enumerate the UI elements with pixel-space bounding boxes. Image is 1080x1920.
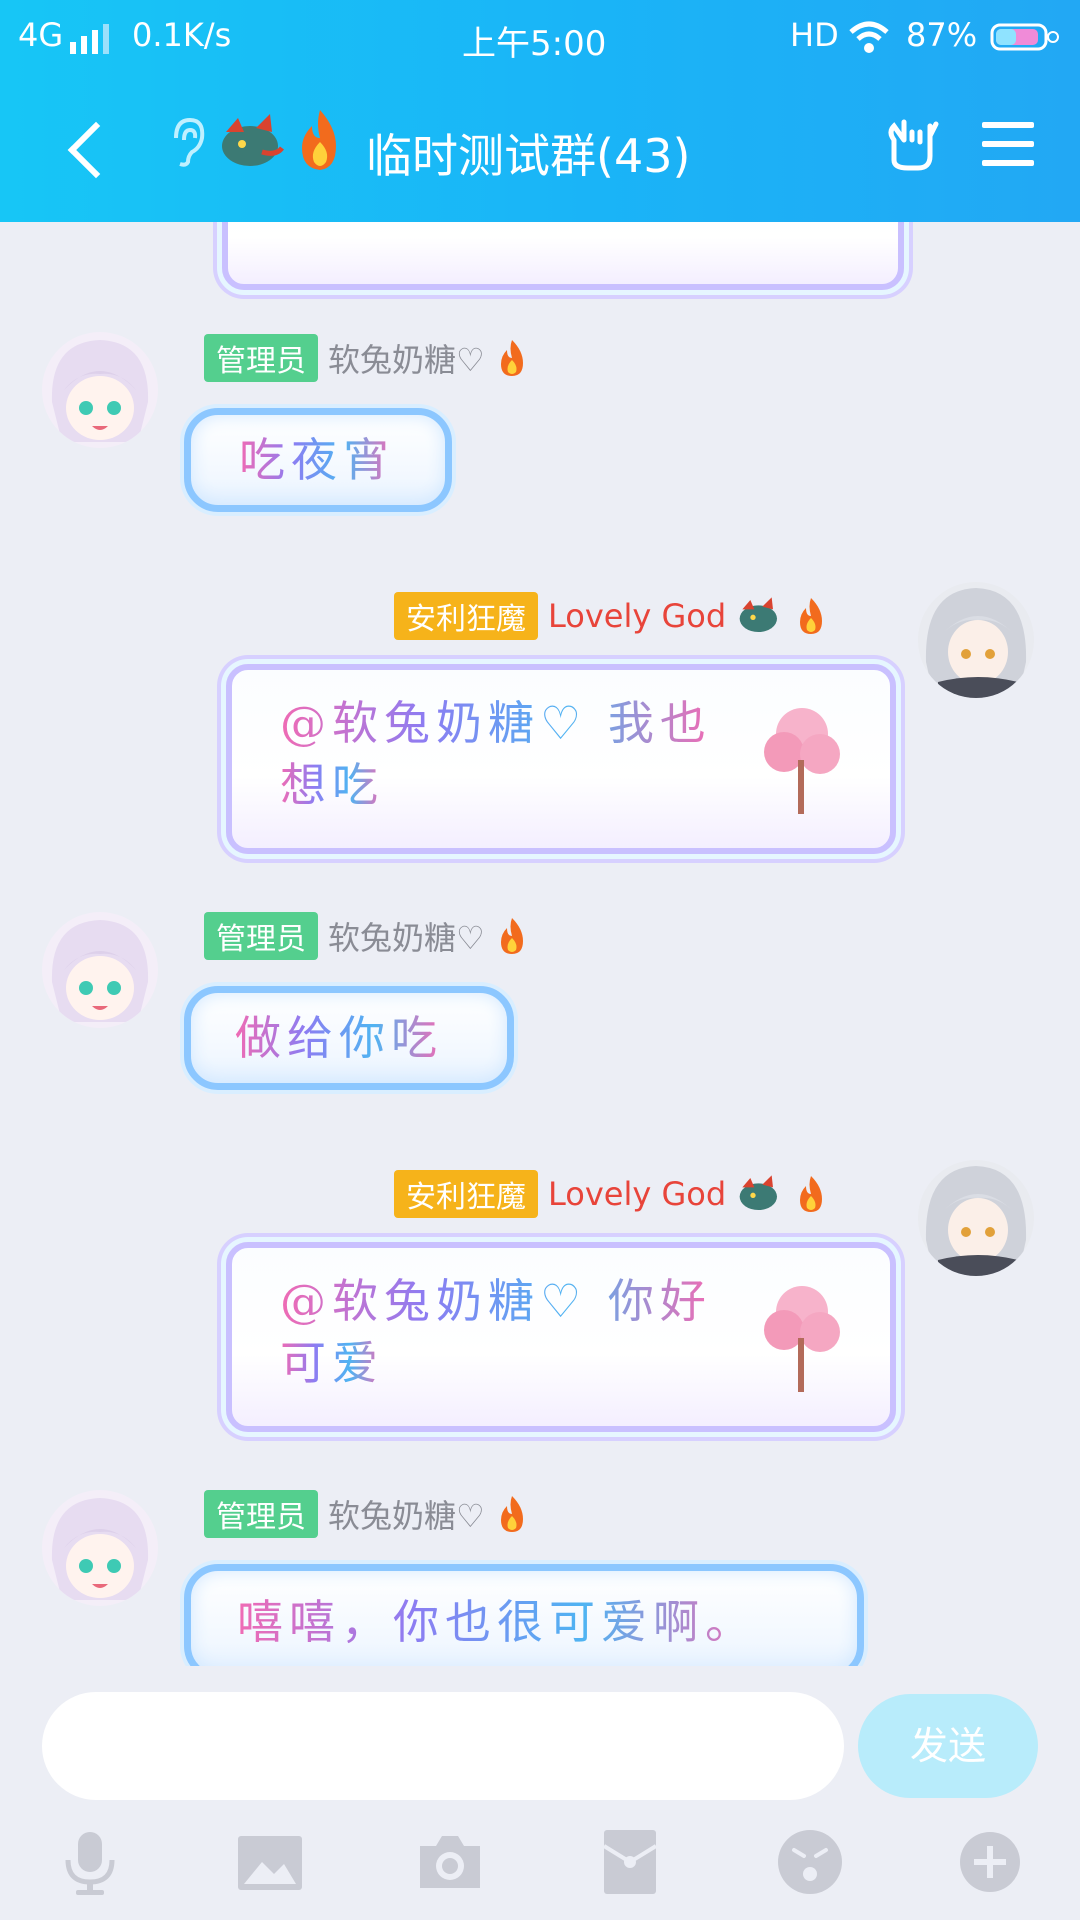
- message-text-line1: @软兔奶糖♡ 我也: [280, 692, 712, 754]
- message-text: 吃夜宵: [239, 429, 395, 491]
- previous-message-bubble[interactable]: [222, 222, 904, 290]
- status-time: 上午5:00: [462, 24, 607, 64]
- camera-icon[interactable]: [414, 1826, 486, 1898]
- message-input[interactable]: [42, 1692, 844, 1800]
- image-icon[interactable]: [234, 1826, 306, 1898]
- admin-tag: 管理员: [204, 912, 318, 960]
- dragon-badge-icon: [739, 597, 778, 632]
- flame-icon: [302, 110, 336, 170]
- menu-icon[interactable]: [982, 122, 1034, 166]
- microphone-icon[interactable]: [54, 1826, 126, 1898]
- emoji-icon[interactable]: [774, 1826, 846, 1898]
- sender-row: 管理员 软兔奶糖♡: [204, 334, 527, 382]
- flame-icon: [500, 340, 523, 376]
- wifi-icon: [849, 21, 889, 53]
- flame-icon: [800, 1176, 823, 1212]
- sender-name[interactable]: 软兔奶糖♡: [328, 335, 485, 381]
- title-tag: 安利狂魔: [394, 1170, 538, 1218]
- ear-icon[interactable]: [168, 116, 208, 168]
- battery-percent: 87%: [906, 16, 978, 54]
- network-speed: 0.1K/s: [132, 16, 232, 54]
- red-packet-icon[interactable]: [594, 1826, 666, 1898]
- chat-messages[interactable]: 管理员 软兔奶糖♡ 吃夜宵 安利狂魔 Lovely God @软兔奶糖♡ 我也 …: [0, 222, 1080, 1666]
- tree-decoration-icon: [764, 1286, 840, 1392]
- message-bubble[interactable]: @软兔奶糖♡ 我也 想吃: [226, 664, 896, 854]
- message-item: [0, 332, 1080, 572]
- sender-name[interactable]: 软兔奶糖♡: [328, 913, 485, 959]
- composer-bar: 发送: [0, 1666, 1080, 1920]
- message-bubble[interactable]: 做给你吃: [184, 986, 514, 1090]
- sender-name[interactable]: 软兔奶糖♡: [328, 1491, 485, 1537]
- message-text-line2: 可爱: [280, 1332, 384, 1394]
- network-indicator: 4G: [18, 16, 64, 54]
- admin-tag: 管理员: [204, 1490, 318, 1538]
- send-button[interactable]: 发送: [858, 1694, 1038, 1798]
- sender-row: 管理员 软兔奶糖♡: [204, 912, 527, 960]
- sender-name[interactable]: Lovely God: [548, 1175, 726, 1213]
- tree-decoration-icon: [764, 708, 840, 814]
- signal-icon: [70, 24, 109, 54]
- avatar[interactable]: [42, 332, 158, 448]
- message-text-line2: 想吃: [280, 754, 384, 816]
- battery-icon: [990, 23, 1059, 51]
- hd-indicator: HD: [790, 16, 839, 54]
- sender-row: 安利狂魔 Lovely God: [394, 1170, 826, 1218]
- message-text: 做给你吃: [235, 1007, 443, 1069]
- message-bubble[interactable]: 嘻嘻，你也很可爱啊。: [184, 1564, 864, 1666]
- avatar[interactable]: [918, 1160, 1034, 1276]
- flame-icon: [500, 1496, 523, 1532]
- hand-gesture-icon[interactable]: [884, 116, 940, 172]
- dragon-badge-icon: [222, 114, 284, 166]
- message-bubble[interactable]: @软兔奶糖♡ 你好 可爱: [226, 1242, 896, 1432]
- avatar[interactable]: [42, 1490, 158, 1606]
- chevron-left-icon: [67, 121, 125, 179]
- sender-row: 安利狂魔 Lovely God: [394, 592, 826, 640]
- chat-title[interactable]: 临时测试群(43): [366, 120, 690, 186]
- admin-tag: 管理员: [204, 334, 318, 382]
- title-tag: 安利狂魔: [394, 592, 538, 640]
- message-text: 嘻嘻，你也很可爱啊。: [237, 1591, 757, 1653]
- dragon-badge-icon: [739, 1175, 778, 1210]
- avatar[interactable]: [918, 582, 1034, 698]
- sender-row: 管理员 软兔奶糖♡: [204, 1490, 527, 1538]
- plus-icon[interactable]: [954, 1826, 1026, 1898]
- flame-icon: [800, 598, 823, 634]
- flame-icon: [500, 918, 523, 954]
- message-text-line1: @软兔奶糖♡ 你好: [280, 1270, 712, 1332]
- avatar[interactable]: [42, 912, 158, 1028]
- back-button[interactable]: [30, 110, 125, 186]
- sender-name[interactable]: Lovely God: [548, 597, 726, 635]
- title-row: 临时测试群(43): [0, 100, 1080, 196]
- top-bar: 4G 0.1K/s 上午5:00 HD 87% 临时测试群(43): [0, 0, 1080, 222]
- message-bubble[interactable]: 吃夜宵: [184, 408, 452, 512]
